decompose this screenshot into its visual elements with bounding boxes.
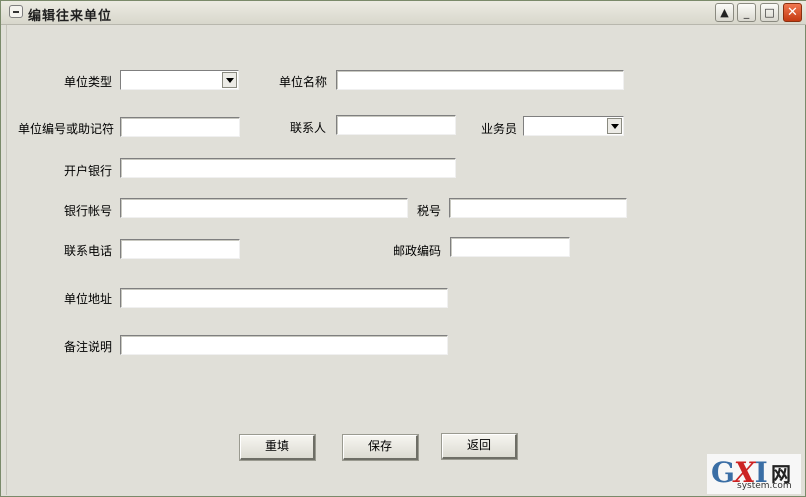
- remark-label: 备注说明: [64, 340, 113, 354]
- postcode-label: 邮政编码: [393, 244, 442, 258]
- unit-name-input[interactable]: [336, 70, 624, 90]
- salesperson-label: 业务员: [481, 122, 518, 136]
- bank-account-input[interactable]: [120, 198, 408, 218]
- form-panel: [6, 25, 803, 495]
- remark-input[interactable]: [120, 335, 448, 355]
- address-label: 单位地址: [64, 292, 113, 306]
- unit-code-label: 单位编号或助记符: [18, 122, 115, 136]
- unit-type-select[interactable]: [120, 70, 239, 90]
- bank-label: 开户银行: [64, 164, 113, 178]
- window-title: 编辑往来单位: [28, 9, 113, 24]
- tax-no-label: 税号: [417, 204, 442, 218]
- address-input[interactable]: [120, 288, 448, 308]
- unit-code-input[interactable]: [120, 117, 240, 137]
- minimize-button[interactable]: _: [737, 3, 756, 22]
- reset-button[interactable]: 重填: [239, 434, 316, 461]
- scroll-up-button[interactable]: ▲: [715, 3, 734, 22]
- contact-label: 联系人: [290, 121, 327, 135]
- window: 编辑往来单位 ▲ _ □ ✕ 单位类型 单位名称 单位编号或助记符 联系人 业务…: [0, 0, 806, 497]
- logo-url: system.com: [737, 481, 792, 491]
- system-menu-icon[interactable]: [9, 5, 23, 18]
- bank-account-label: 银行帐号: [64, 204, 113, 218]
- postcode-input[interactable]: [450, 237, 570, 257]
- bank-input[interactable]: [120, 158, 456, 178]
- back-button[interactable]: 返回: [441, 433, 518, 460]
- unit-type-label: 单位类型: [64, 75, 113, 89]
- site-logo-watermark: GXI 网 system.com: [707, 454, 801, 494]
- title-bar[interactable]: 编辑往来单位 ▲ _ □ ✕: [1, 1, 806, 25]
- contact-input[interactable]: [336, 115, 456, 135]
- chevron-down-icon[interactable]: [607, 118, 622, 134]
- unit-name-label: 单位名称: [279, 75, 328, 89]
- salesperson-select[interactable]: [523, 116, 624, 136]
- maximize-button[interactable]: □: [760, 3, 779, 22]
- chevron-down-icon[interactable]: [222, 72, 237, 88]
- phone-label: 联系电话: [64, 244, 113, 258]
- phone-input[interactable]: [120, 239, 240, 259]
- save-button[interactable]: 保存: [342, 434, 419, 461]
- close-button[interactable]: ✕: [783, 3, 802, 22]
- logo-g: G: [711, 456, 735, 489]
- tax-no-input[interactable]: [449, 198, 627, 218]
